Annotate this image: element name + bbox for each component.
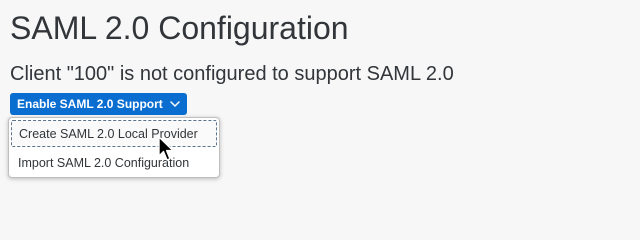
page-title: SAML 2.0 Configuration (10, 10, 349, 46)
enable-saml-button-label: Enable SAML 2.0 Support (17, 97, 163, 111)
status-message: Client "100" is not configured to suppor… (10, 63, 454, 85)
chevron-down-icon (169, 98, 181, 110)
enable-saml-menu-button[interactable]: Enable SAML 2.0 Support (10, 93, 187, 115)
menu-item-create-local-provider[interactable]: Create SAML 2.0 Local Provider (11, 120, 217, 147)
dropdown-menu: Create SAML 2.0 Local Provider Import SA… (8, 117, 220, 178)
menu-item-import-configuration[interactable]: Import SAML 2.0 Configuration (9, 149, 219, 177)
mouse-pointer-icon (158, 136, 176, 162)
